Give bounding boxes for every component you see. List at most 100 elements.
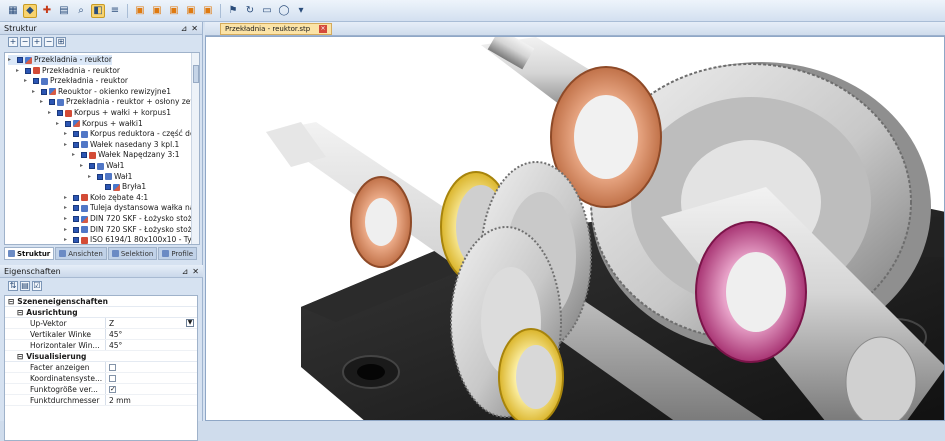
tree-item[interactable]: ▸ Przekładnia - reuktor + osłony zewnętrz [40,97,199,107]
expand-arrow-icon[interactable]: ▸ [56,119,63,129]
visibility-checkbox[interactable] [25,67,31,74]
expand-arrow-icon[interactable]: ▸ [24,76,31,86]
filter-icon[interactable]: ▤ [20,281,30,291]
expand-arrow-icon[interactable]: ▸ [64,225,71,235]
visibility-checkbox[interactable] [73,226,79,233]
property-value[interactable]: Z ▼ [105,318,197,328]
tab-ansichten[interactable]: Ansichten [55,247,107,260]
property-value[interactable]: 45° [105,340,197,350]
visibility-checkbox[interactable] [41,88,47,95]
tree-item[interactable]: ▸ Przekładnia - reuktor [24,76,128,86]
tree-item[interactable]: ▸ Przekladnia - reuktor [8,55,112,65]
zoom-icon[interactable]: ⌕ [74,4,88,18]
expand-arrow-icon[interactable]: ▸ [48,108,55,118]
close-icon[interactable]: ✕ [191,24,198,33]
scrollbar-thumb[interactable] [193,65,199,83]
expand-arrow-icon[interactable]: ▸ [64,203,71,213]
visibility-checkbox[interactable] [97,173,103,180]
rotate-icon[interactable]: ↻ [243,4,257,18]
expand-arrow-icon[interactable]: ▸ [80,161,87,171]
grid-icon[interactable]: ▦ [6,4,20,18]
visibility-checkbox[interactable] [49,99,55,106]
image-icon[interactable]: ▣ [167,4,181,18]
subsection-header[interactable]: ⊟ Visualisierung [5,351,197,362]
property-row[interactable]: Vertikaler Winke 45° [5,329,197,340]
property-value[interactable] [105,362,197,372]
visibility-checkbox[interactable] [89,163,95,169]
tree-scrollbar[interactable] [191,53,199,244]
visibility-checkbox[interactable] [105,184,111,191]
expand-arrow-icon[interactable]: ▸ [64,235,71,244]
visibility-checkbox[interactable] [73,237,79,244]
move-icon[interactable]: ✚ [40,4,54,18]
tree-item[interactable]: ▸ Przekładnia - reuktor [16,66,120,76]
visibility-checkbox[interactable] [65,120,71,127]
expand-all-icon[interactable]: + [8,37,18,47]
close-icon[interactable]: ✕ [192,267,199,276]
tab-profile[interactable]: Profile [158,247,198,260]
checkbox[interactable] [109,363,116,371]
expand-arrow-icon[interactable]: ▸ [32,87,39,97]
collapse-icon[interactable]: − [44,37,54,47]
tab-selektion[interactable]: Selektion [107,247,158,260]
property-row[interactable]: Up-Vektor Z ▼ [5,318,197,329]
list-icon[interactable]: ≡ [108,4,122,18]
visibility-checkbox[interactable] [17,57,23,63]
visibility-checkbox[interactable] [73,131,79,138]
expand-arrow-icon[interactable]: ▸ [64,129,71,139]
visibility-checkbox[interactable] [73,194,79,201]
tree-item[interactable]: ▸ DIN 720 SKF - Łożysko stożkowe [64,214,199,224]
sort-icon[interactable]: ⇅ [8,281,18,291]
tree-item[interactable]: Bryła1 [96,182,146,192]
expand-arrow-icon[interactable]: ▸ [64,214,71,224]
page-icon[interactable]: ▤ [57,4,71,18]
tree-item[interactable]: ▸ Korpus + wałki1 [56,119,143,129]
tree-item[interactable]: ▸ Tuleja dystansowa wałka napęd [64,203,199,213]
tab-struktur[interactable]: Struktur [4,247,55,260]
property-row[interactable]: Facter anzeigen [5,362,197,373]
tree-item[interactable]: ▸ Reouktor - okienko rewizyjne1 [32,87,171,97]
tree-item[interactable]: ▸ Korpus + wałki + korpus1 [48,108,171,118]
show-all-icon[interactable]: ⊞ [56,37,66,47]
tree-item[interactable]: ▸ Wałek nasedany 3 kpl.1 [64,140,179,150]
tree-item[interactable]: ▸ ISO 6194/1 80x100x10 - Typ 2:1 [64,235,199,244]
expand-arrow-icon[interactable]: ▸ [16,66,23,76]
visibility-checkbox[interactable] [73,216,79,222]
tree-item[interactable]: ▸ DIN 720 SKF - Łożysko stożkowe [64,225,199,235]
view-icon-2[interactable]: ▣ [201,4,215,18]
collapse-all-icon[interactable]: − [20,37,30,47]
property-value[interactable]: 45° [105,329,197,339]
property-row[interactable]: Funktdurchmesser 2 mm [5,395,197,406]
visibility-checkbox[interactable] [33,78,39,85]
checkbox[interactable] [109,374,116,382]
flag-icon[interactable]: ⚑ [226,4,240,18]
expand-arrow-icon[interactable]: ▸ [64,193,71,203]
rect-icon[interactable]: ▭ [260,4,274,18]
property-value[interactable] [105,373,197,383]
property-row[interactable]: Koordinatensyste... [5,373,197,384]
section-header[interactable]: ⊟ Szeneneigenschaften [5,296,197,307]
expand-arrow-icon[interactable]: ▸ [8,55,15,65]
document-tab[interactable]: Przekładnia - reuktor.stp × [220,23,332,35]
color-icon[interactable]: ▣ [150,4,164,18]
tree-item[interactable]: ▸ Wał1 [80,161,124,171]
select-icon[interactable]: ◧ [91,3,105,18]
property-row[interactable]: Horizontaler Win... 45° [5,340,197,351]
dropdown-arrow-icon[interactable]: ▼ [186,319,194,327]
expand-arrow-icon[interactable]: ▸ [72,150,79,160]
view-icon[interactable]: ▣ [184,4,198,18]
expand-arrow-icon[interactable]: ▸ [88,172,95,182]
property-value[interactable]: 2 mm [105,395,197,405]
property-row[interactable]: Funktogröße ver... ✓ [5,384,197,395]
group-icon[interactable]: ▣ [133,4,147,18]
visibility-checkbox[interactable] [57,110,63,116]
visibility-checkbox[interactable] [81,152,87,159]
pin-icon[interactable]: ⊿ [182,267,189,276]
tree-item[interactable]: ▸ Wał1 [88,172,132,182]
subsection-header[interactable]: ⊟ Ausrichtung [5,307,197,318]
tree-item[interactable]: ▸ Koło zębate 4:1 [64,193,148,203]
checkbox[interactable]: ✓ [109,385,116,393]
close-icon[interactable]: × [319,25,327,33]
visibility-checkbox[interactable] [73,205,79,212]
expand-icon[interactable]: + [32,37,42,47]
